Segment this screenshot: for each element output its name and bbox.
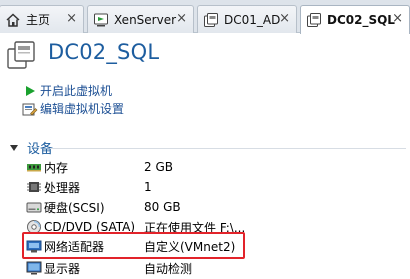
close-icon[interactable]: × bbox=[279, 12, 290, 26]
device-name: 内存 bbox=[44, 160, 69, 175]
server-icon bbox=[94, 13, 108, 26]
power-on-vm-link[interactable]: 开启此虚拟机 bbox=[22, 82, 112, 99]
close-icon[interactable]: × bbox=[176, 12, 187, 26]
tab-dc01-ad[interactable]: DC01_AD × bbox=[197, 5, 297, 33]
display-icon bbox=[26, 260, 42, 276]
home-icon bbox=[6, 12, 20, 27]
vm-icon bbox=[7, 41, 35, 69]
tab-label: DC01_AD bbox=[224, 12, 281, 27]
collapse-caret-icon[interactable] bbox=[10, 144, 18, 151]
tab-bar: 主页 × XenServer × DC01_AD × DC02_SQL × bbox=[0, 0, 410, 34]
edit-settings-icon bbox=[22, 101, 38, 117]
processor-icon bbox=[26, 179, 42, 195]
devices-section-header[interactable]: 设备 bbox=[10, 138, 53, 157]
device-name: 硬盘(SCSI) bbox=[44, 200, 105, 215]
action-label: 开启此虚拟机 bbox=[40, 84, 113, 98]
edit-vm-settings-link[interactable]: 编辑虚拟机设置 bbox=[22, 100, 124, 117]
device-row-processor[interactable]: 处理器 1 bbox=[26, 177, 406, 197]
tab-home[interactable]: 主页 × bbox=[0, 5, 84, 33]
tab-label: XenServer bbox=[114, 12, 177, 27]
device-row-memory[interactable]: 内存 2 GB bbox=[26, 157, 406, 177]
device-value: 2 GB bbox=[144, 160, 173, 174]
device-row-display[interactable]: 显示器 自动检测 bbox=[26, 258, 406, 278]
divider bbox=[50, 148, 406, 149]
tab-label: 主页 bbox=[26, 13, 51, 27]
vm-icon bbox=[307, 13, 321, 27]
vm-icon bbox=[204, 12, 218, 27]
tab-xenserver[interactable]: XenServer × bbox=[87, 5, 194, 33]
play-icon bbox=[22, 83, 38, 99]
tab-label: DC02_SQL bbox=[327, 13, 395, 27]
device-row-hard-disk[interactable]: 硬盘(SCSI) 80 GB bbox=[26, 197, 406, 217]
memory-icon bbox=[26, 159, 42, 175]
tab-dc02-sql[interactable]: DC02_SQL × bbox=[300, 5, 410, 34]
close-icon[interactable]: × bbox=[392, 12, 403, 26]
close-icon[interactable]: × bbox=[66, 12, 77, 26]
device-name: 显示器 bbox=[44, 261, 81, 276]
device-name: 处理器 bbox=[44, 180, 81, 195]
device-value: 80 GB bbox=[144, 200, 181, 214]
page-title: DC02_SQL bbox=[48, 40, 160, 64]
highlight-box bbox=[22, 232, 245, 259]
device-value: 自动检测 bbox=[144, 261, 193, 276]
hard-disk-icon bbox=[26, 199, 42, 215]
device-value: 1 bbox=[144, 180, 152, 194]
action-label: 编辑虚拟机设置 bbox=[40, 102, 125, 116]
